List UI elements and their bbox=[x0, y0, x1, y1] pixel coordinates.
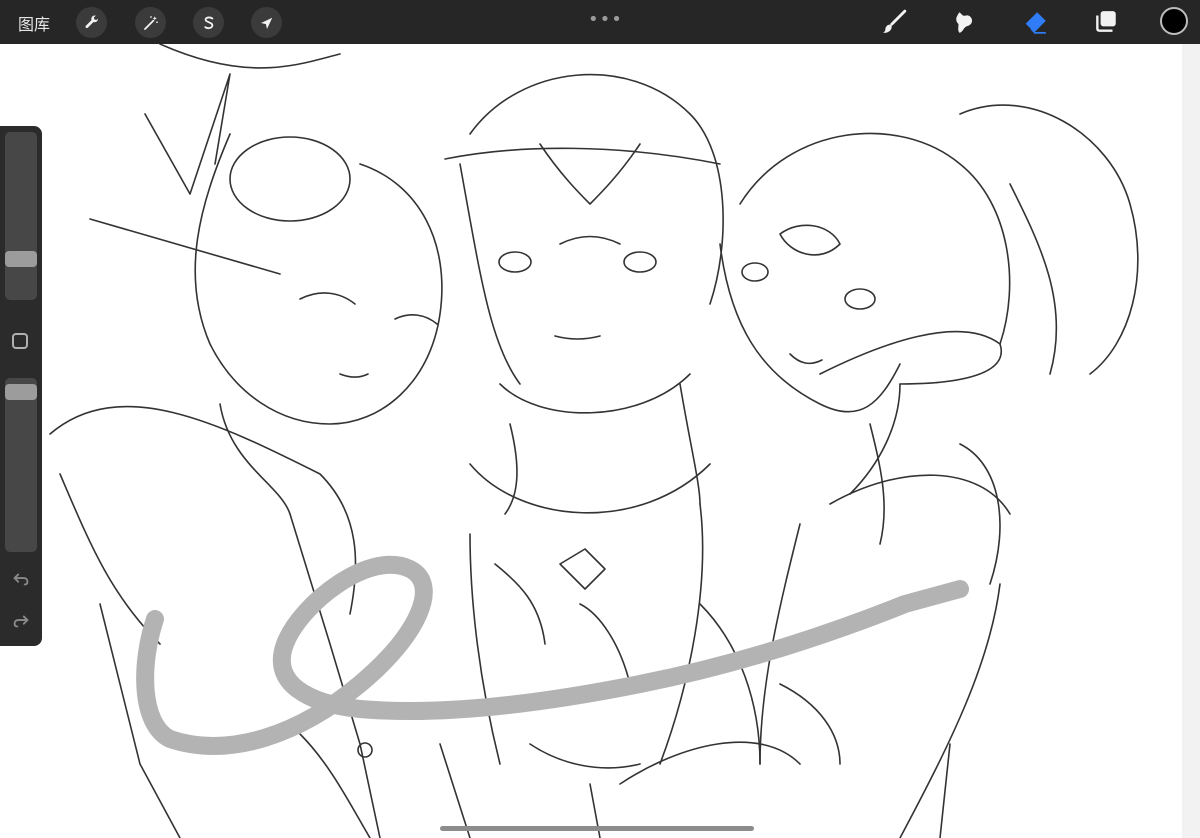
eraser-button[interactable] bbox=[1021, 8, 1049, 36]
drawing-canvas[interactable] bbox=[0, 44, 1182, 838]
paint-brush-button[interactable] bbox=[880, 8, 908, 36]
home-indicator bbox=[440, 826, 754, 831]
brush-size-slider-thumb[interactable] bbox=[5, 251, 37, 267]
opacity-slider-thumb[interactable] bbox=[5, 384, 37, 400]
arrow-cursor-icon bbox=[260, 17, 272, 29]
left-sidebar bbox=[0, 126, 42, 646]
layers-icon bbox=[1096, 11, 1116, 32]
top-toolbar: 图库 ••• bbox=[0, 0, 1200, 44]
opacity-slider[interactable] bbox=[5, 378, 37, 552]
adjustments-button[interactable] bbox=[135, 7, 166, 38]
redo-icon[interactable] bbox=[10, 610, 32, 632]
brush-size-slider[interactable] bbox=[5, 132, 37, 300]
layers-button[interactable] bbox=[1092, 8, 1120, 36]
smudge-button[interactable] bbox=[951, 8, 979, 36]
grey-brush-stroke bbox=[136, 555, 969, 755]
modify-button[interactable] bbox=[12, 333, 28, 349]
eraser-icon bbox=[1024, 12, 1046, 34]
brush-icon bbox=[883, 9, 907, 33]
more-options-icon[interactable]: ••• bbox=[588, 9, 623, 30]
wrench-icon bbox=[85, 14, 98, 28]
magic-wand-icon bbox=[143, 15, 158, 30]
selection-button[interactable] bbox=[193, 7, 224, 38]
line-art-illustration bbox=[49, 44, 1139, 838]
smudge-icon bbox=[956, 12, 973, 33]
undo-icon[interactable] bbox=[10, 568, 32, 590]
transform-button[interactable] bbox=[251, 7, 282, 38]
selection-s-icon bbox=[203, 16, 213, 29]
actions-button[interactable] bbox=[76, 7, 107, 38]
color-picker-swatch[interactable] bbox=[1160, 7, 1188, 35]
gallery-button[interactable]: 图库 bbox=[18, 11, 50, 35]
canvas-edge bbox=[1182, 44, 1200, 838]
